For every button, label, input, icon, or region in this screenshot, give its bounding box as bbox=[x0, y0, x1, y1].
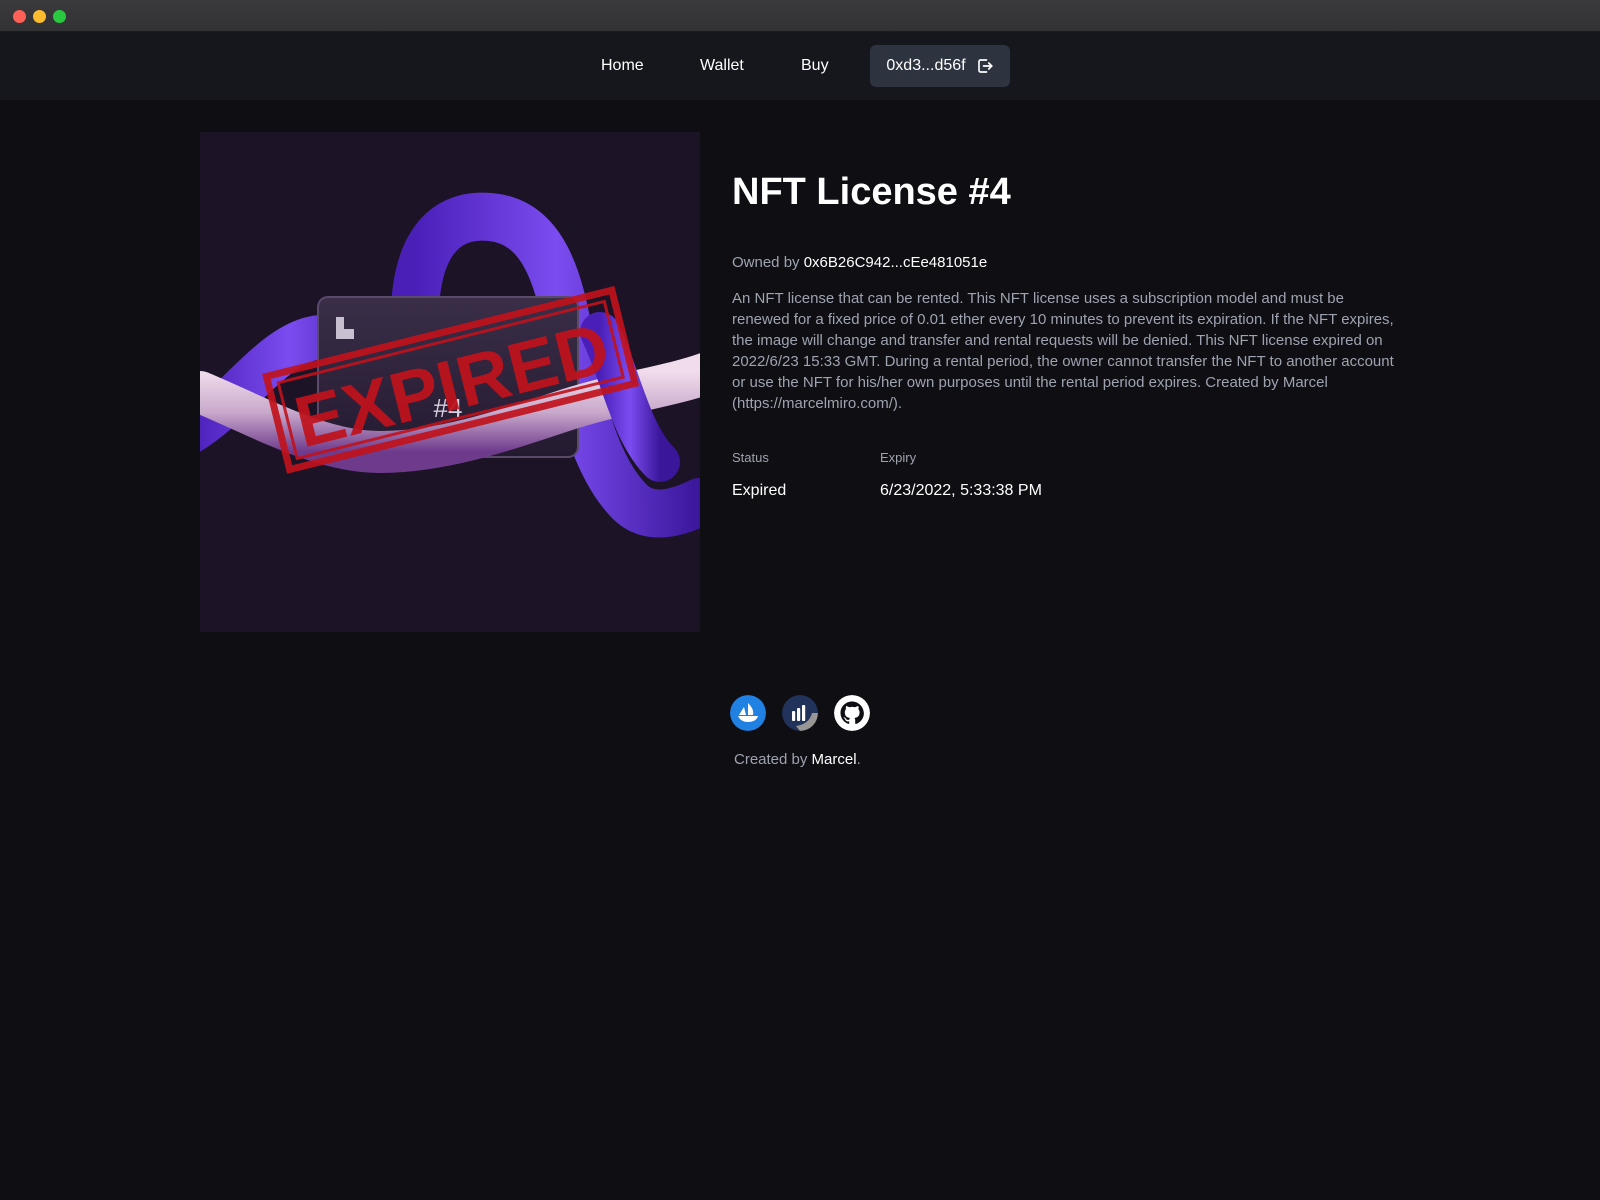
status-label: Status bbox=[732, 450, 769, 465]
close-window-button[interactable] bbox=[13, 10, 26, 23]
opensea-icon[interactable] bbox=[730, 695, 766, 731]
etherscan-icon[interactable] bbox=[782, 695, 818, 731]
expiry-value: 6/23/2022, 5:33:38 PM bbox=[880, 482, 1042, 499]
wallet-disconnect-button[interactable]: 0xd3...d56f bbox=[870, 45, 1010, 87]
nav-home-link[interactable]: Home bbox=[601, 54, 644, 78]
credit-suffix: . bbox=[856, 751, 861, 768]
github-icon[interactable] bbox=[834, 695, 870, 731]
owned-by-label: Owned by bbox=[732, 254, 800, 271]
expiry-label: Expiry bbox=[880, 450, 917, 465]
nav-buy-link[interactable]: Buy bbox=[801, 54, 829, 78]
wallet-address: 0xd3...d56f bbox=[886, 57, 966, 74]
nft-title: NFT License #4 bbox=[732, 171, 1011, 213]
owner-address-link[interactable]: 0x6B26C942...cEe481051e bbox=[804, 254, 987, 271]
nft-image: #4 MEMBERSHIP EXPIRED bbox=[200, 132, 700, 632]
logout-icon bbox=[976, 57, 994, 75]
window-titlebar bbox=[0, 0, 1600, 32]
status-value: Expired bbox=[732, 482, 787, 499]
minimize-window-button[interactable] bbox=[33, 10, 46, 23]
footer-credit: Created by Marcel. bbox=[734, 749, 861, 771]
created-by-label: Created by bbox=[734, 751, 808, 768]
author-link[interactable]: Marcel bbox=[812, 751, 857, 768]
top-navbar: Home Wallet Buy 0xd3...d56f bbox=[0, 32, 1600, 100]
nav-wallet-link[interactable]: Wallet bbox=[700, 54, 744, 78]
owner-line: Owned by 0x6B26C942...cEe481051e bbox=[732, 252, 987, 274]
nft-description: An NFT license that can be rented. This … bbox=[732, 290, 1394, 412]
maximize-window-button[interactable] bbox=[53, 10, 66, 23]
